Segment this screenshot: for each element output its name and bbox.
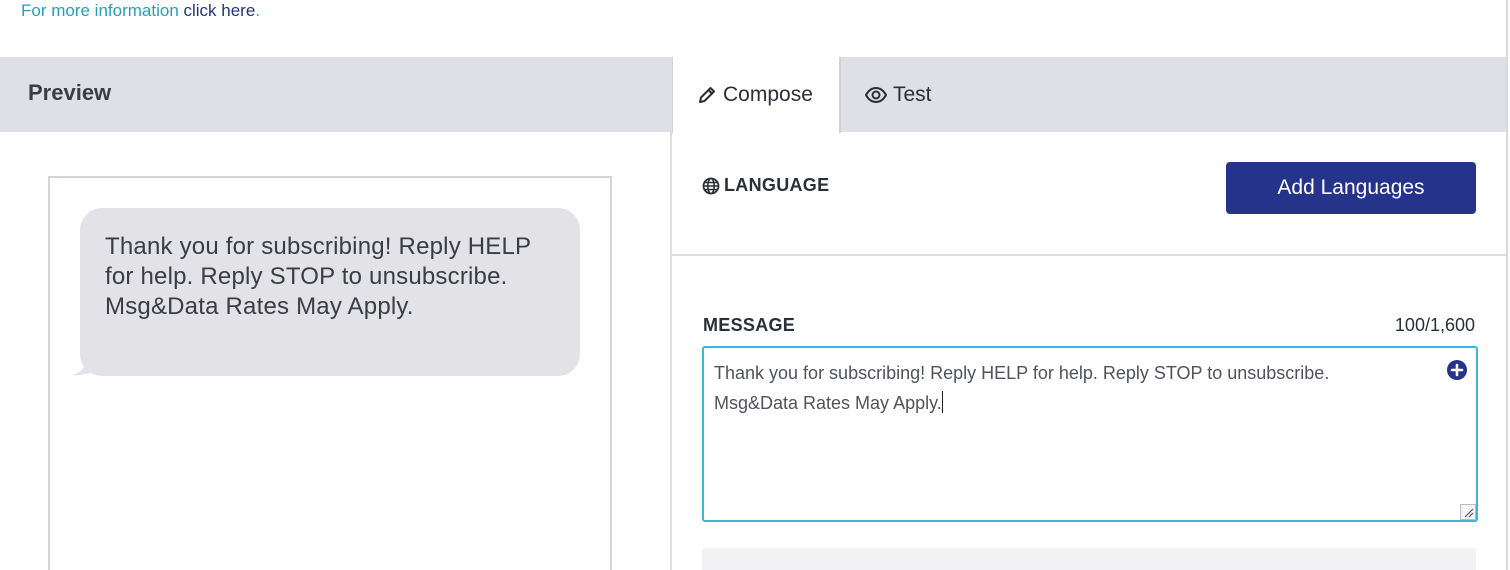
info-text: For more information bbox=[21, 1, 184, 20]
message-line-2: Msg&Data Rates May Apply. bbox=[714, 388, 1416, 418]
next-section-panel bbox=[702, 548, 1476, 570]
scrollbar-edge bbox=[1506, 0, 1508, 570]
info-suffix: . bbox=[255, 1, 261, 20]
globe-icon bbox=[702, 177, 720, 194]
language-label-text: LANGUAGE bbox=[724, 175, 830, 195]
resize-handle[interactable] bbox=[1460, 504, 1476, 520]
preview-title: Preview bbox=[28, 80, 112, 105]
tab-compose[interactable]: Compose bbox=[672, 57, 841, 133]
message-line-1: Thank you for subscribing! Reply HELP fo… bbox=[714, 363, 1330, 383]
panel-divider bbox=[670, 132, 672, 570]
pencil-icon bbox=[699, 87, 715, 103]
character-count: 100/1,600 bbox=[1394, 315, 1475, 335]
message-line-2-text: Msg&Data Rates May Apply. bbox=[714, 393, 942, 413]
tab-compose-label: Compose bbox=[723, 83, 813, 106]
eye-icon bbox=[865, 86, 887, 103]
tab-test-label: Test bbox=[893, 82, 932, 106]
tab-test[interactable]: Test bbox=[841, 57, 932, 132]
click-here-link[interactable]: click here bbox=[184, 1, 256, 20]
text-cursor bbox=[941, 391, 943, 413]
language-label: LANGUAGE bbox=[702, 175, 829, 196]
add-languages-button[interactable]: Add Languages bbox=[1226, 162, 1476, 214]
sms-preview-bubble: Thank you for subscribing! Reply HELP fo… bbox=[80, 208, 580, 376]
message-textarea[interactable]: Thank you for subscribing! Reply HELP fo… bbox=[702, 346, 1478, 522]
message-label: MESSAGE bbox=[703, 315, 796, 335]
plus-circle-icon[interactable] bbox=[1446, 359, 1468, 381]
info-line: For more information click here. bbox=[21, 0, 260, 22]
section-divider bbox=[672, 254, 1506, 256]
